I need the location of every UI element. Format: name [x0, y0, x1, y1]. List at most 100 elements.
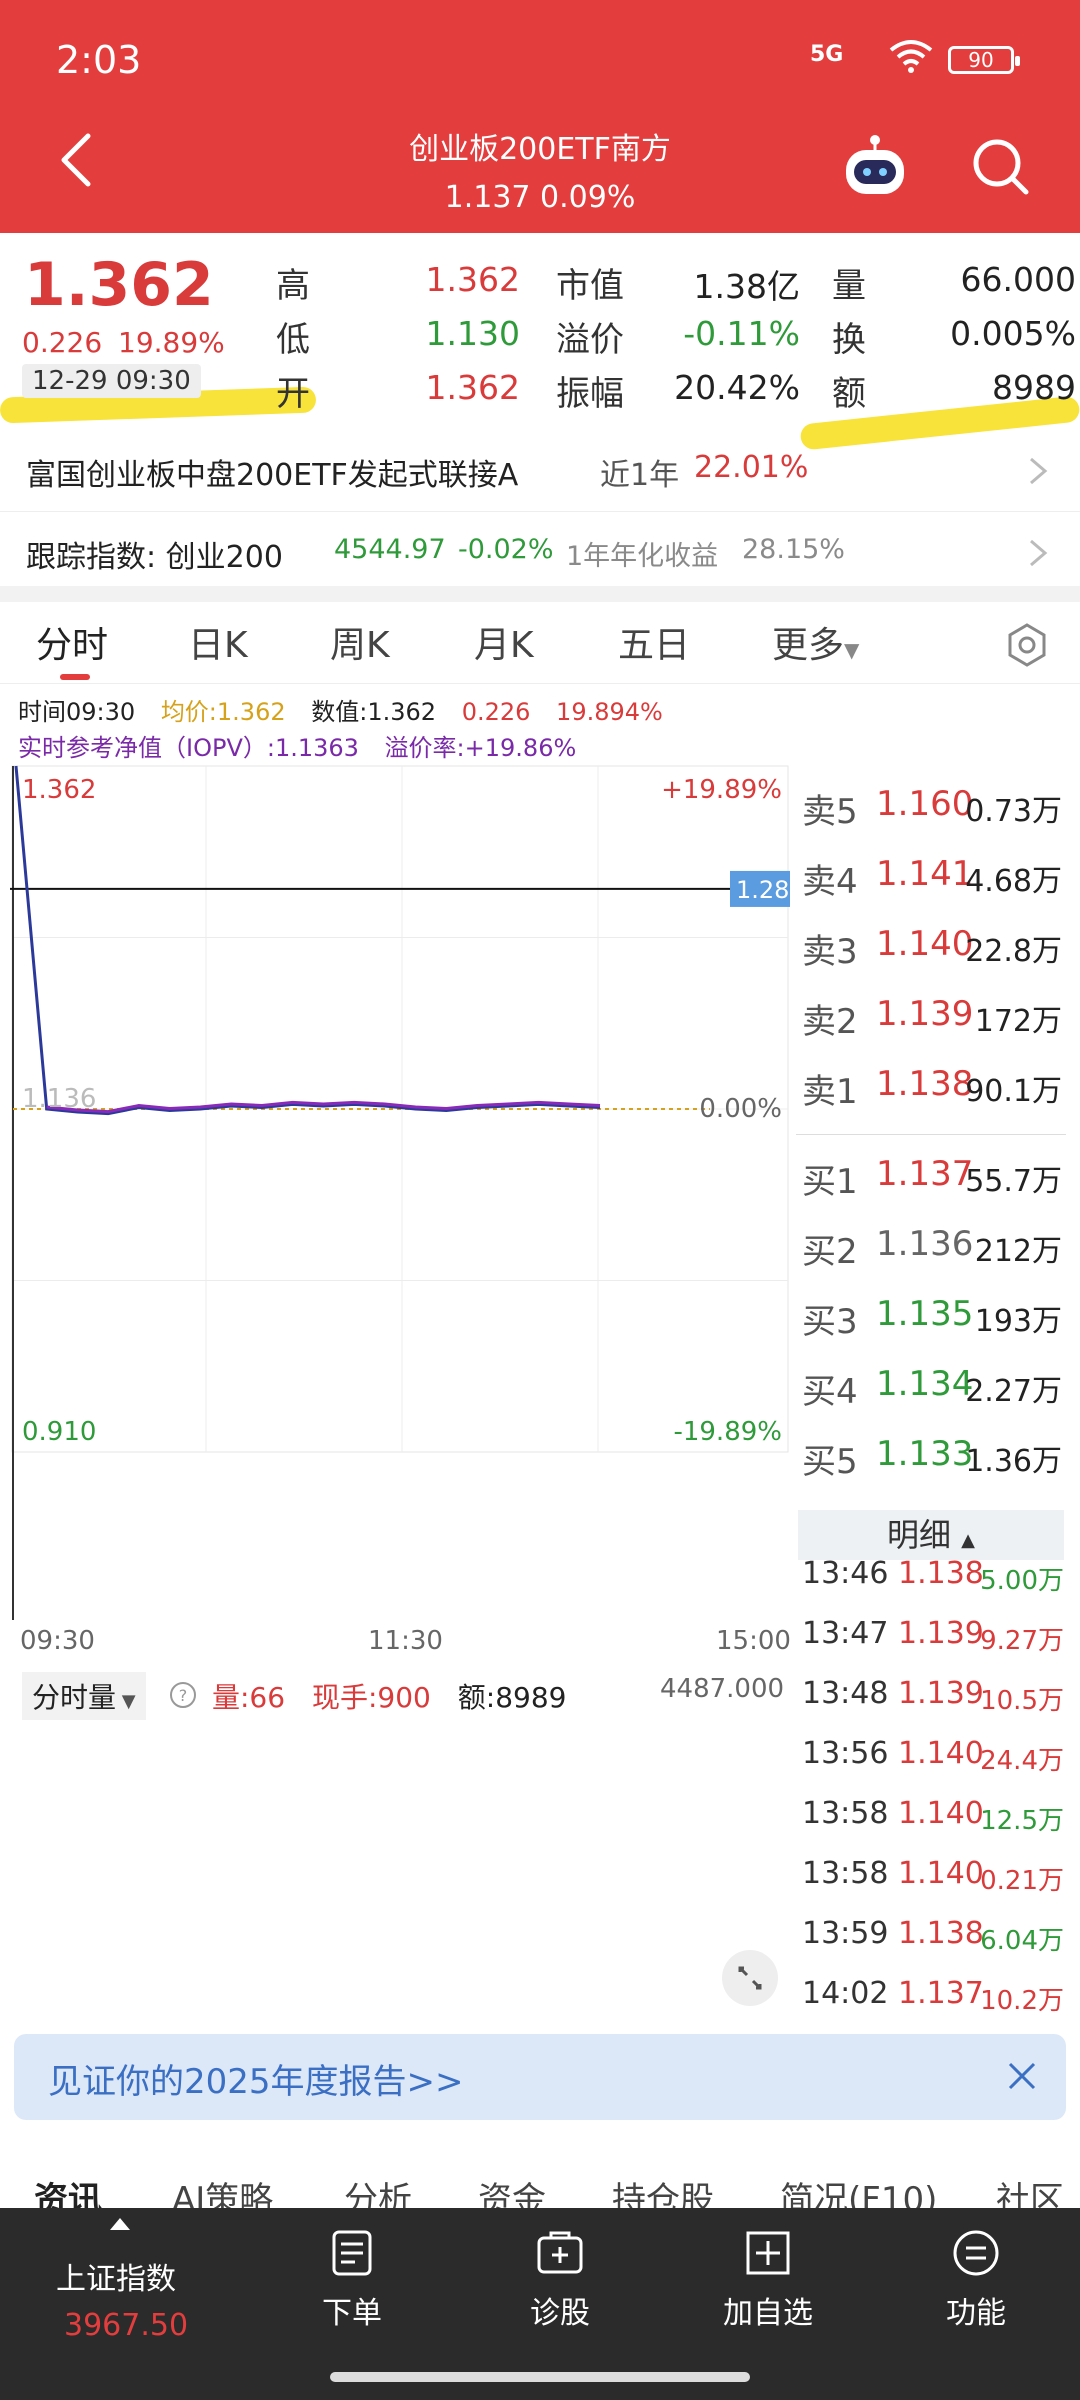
- linked-fund-return: 22.01%: [694, 450, 809, 485]
- order-book-row[interactable]: 买1 1.137 55.7万: [800, 1144, 1070, 1214]
- trade-tick-row: 14:02 1.137 10.2万: [802, 1968, 1068, 2028]
- y-bottom-label: 0.910: [22, 1417, 96, 1447]
- stat-value: 66.000: [960, 260, 1076, 299]
- annual-return-label: 1年年化收益: [566, 541, 719, 572]
- tracking-index-value: 4544.97: [334, 534, 446, 565]
- ai-robot-icon[interactable]: [840, 130, 910, 200]
- help-icon[interactable]: ?: [168, 1680, 198, 1710]
- y-right-mid-label: 0.00%: [699, 1094, 782, 1124]
- order-book-row[interactable]: 卖4 1.141 4.68万: [800, 844, 1070, 914]
- trade-tick-row: 13:47 1.139 9.27万: [802, 1608, 1068, 1668]
- order-book-row[interactable]: 卖5 1.160 0.73万: [800, 774, 1070, 844]
- tick-time: 13:59: [802, 1916, 889, 1951]
- order-book-row[interactable]: 卖1 1.138 90.1万: [800, 1054, 1070, 1124]
- stat-label: 换: [832, 320, 866, 360]
- close-icon[interactable]: [1004, 2058, 1040, 2094]
- tab-monthly-k[interactable]: 月K: [474, 616, 534, 668]
- stat-value: 20.42%: [674, 368, 800, 407]
- premium-rate: 溢价率:+19.86%: [384, 734, 577, 762]
- back-button[interactable]: [56, 130, 96, 190]
- tab-weekly-k[interactable]: 周K: [330, 616, 390, 668]
- wifi-icon: [889, 40, 933, 73]
- nav-add-watchlist[interactable]: 加自选: [698, 2228, 838, 2332]
- volume-amount: 额:8989: [457, 1681, 567, 1714]
- tab-profile[interactable]: 简况(F10): [780, 2172, 937, 2208]
- order-icon: [332, 2230, 372, 2276]
- order-price: 1.141: [876, 854, 974, 894]
- tab-analysis[interactable]: 分析: [344, 2172, 412, 2208]
- linked-fund-name: 富国创业板中盘200ETF发起式联接A: [26, 458, 519, 493]
- order-level-label: 卖5: [802, 792, 858, 832]
- tab-intraday[interactable]: 分时: [36, 616, 108, 668]
- section-divider: [0, 586, 1080, 602]
- order-level-label: 买5: [802, 1442, 858, 1482]
- tick-price: 1.140: [898, 1736, 984, 1771]
- tab-five-day[interactable]: 五日: [618, 616, 690, 668]
- tab-news[interactable]: 资讯: [34, 2172, 102, 2208]
- x-tick-label: 15:00: [716, 1626, 791, 1656]
- order-level-label: 卖2: [802, 1002, 858, 1042]
- tracking-index-change: -0.02%: [458, 534, 554, 565]
- stat-value: 1.38亿: [693, 267, 800, 306]
- tick-price: 1.138: [898, 1556, 984, 1591]
- tick-vol: 9.27万: [980, 1626, 1064, 1656]
- stat-value: 8989: [992, 368, 1076, 407]
- order-volume: 0.73万: [965, 794, 1062, 829]
- intraday-chart[interactable]: 1.281 1.362 +19.89% 0.910 -19.89% 1.136 0.00%: [10, 764, 790, 1620]
- tab-funds[interactable]: 资金: [478, 2172, 546, 2208]
- stat-label: 低: [276, 320, 310, 360]
- nav-order-label: 下单: [322, 2296, 382, 2331]
- top-header: 2:03 5G 90 创业板200ETF南方 1.137 0.09%: [0, 0, 1080, 233]
- volume-info: 量:66 现手:900 额:8989: [212, 1676, 584, 1716]
- tick-vol: 0.21万: [980, 1866, 1064, 1896]
- tab-community[interactable]: 社区: [996, 2172, 1064, 2208]
- search-icon[interactable]: [970, 136, 1032, 198]
- ask-bid-divider: [796, 1134, 1066, 1135]
- cursor-change: 0.226: [461, 698, 531, 726]
- order-price: 1.138: [876, 1064, 974, 1104]
- price-change-pct: 19.89%: [118, 326, 225, 359]
- chart-info-line: 时间09:30 均价:1.362 数值:1.362 0.226 19.894%: [18, 692, 681, 727]
- trade-tick-row: 13:46 1.138 5.00万: [802, 1548, 1068, 1608]
- tab-more[interactable]: 更多▼: [772, 616, 859, 668]
- order-price: 1.160: [876, 784, 974, 824]
- stat-label: 额: [832, 374, 866, 414]
- nav-diagnose[interactable]: 诊股: [490, 2228, 630, 2332]
- tick-time: 13:58: [802, 1796, 889, 1831]
- annual-report-banner[interactable]: 见证你的2025年度报告>>: [14, 2034, 1066, 2120]
- order-level-label: 卖4: [802, 862, 858, 902]
- network-indicator: 5G: [810, 42, 844, 67]
- trade-tick-row: 13:58 1.140 0.21万: [802, 1848, 1068, 1908]
- settings-icon[interactable]: [1004, 622, 1050, 668]
- dropdown-arrow-icon: ▼: [844, 638, 860, 662]
- order-book-row[interactable]: 卖2 1.139 172万: [800, 984, 1070, 1054]
- order-level-label: 买1: [802, 1162, 858, 1202]
- tracking-index-label: 跟踪指数: 创业200: [26, 540, 283, 575]
- status-time: 2:03: [56, 38, 142, 82]
- page-title: 创业板200ETF南方: [409, 132, 671, 167]
- tick-vol: 5.00万: [980, 1566, 1064, 1596]
- tab-holdings[interactable]: 持仓股: [612, 2172, 714, 2208]
- order-book-row[interactable]: 买4 1.134 2.27万: [800, 1354, 1070, 1424]
- expand-icon[interactable]: [722, 1950, 778, 2006]
- avg-price: 均价:1.362: [160, 698, 286, 726]
- order-book-row[interactable]: 卖3 1.140 22.8万: [800, 914, 1070, 984]
- order-book-row[interactable]: 买2 1.136 212万: [800, 1214, 1070, 1284]
- order-book-row[interactable]: 买3 1.135 193万: [800, 1284, 1070, 1354]
- order-book-row[interactable]: 买5 1.133 1.36万: [800, 1424, 1070, 1494]
- tab-ai-strategy[interactable]: AI策略: [172, 2172, 273, 2208]
- tick-price: 1.140: [898, 1796, 984, 1831]
- nav-functions[interactable]: 功能: [906, 2228, 1046, 2332]
- tick-price: 1.140: [898, 1856, 984, 1891]
- stat-value: 1.130: [425, 314, 520, 353]
- tick-price: 1.138: [898, 1916, 984, 1951]
- tick-vol: 10.5万: [980, 1686, 1064, 1716]
- tracking-index-row[interactable]: 跟踪指数: 创业200 4544.97 -0.02% 1年年化收益 28.15%: [0, 512, 1080, 594]
- index-name[interactable]: 上证指数: [56, 2254, 176, 2298]
- order-volume: 4.68万: [965, 864, 1062, 899]
- menu-icon: [953, 2230, 999, 2276]
- linked-fund-row[interactable]: 富国创业板中盘200ETF发起式联接A 近1年 22.01%: [0, 430, 1080, 512]
- volume-selector[interactable]: 分时量 ▼: [22, 1672, 146, 1720]
- nav-order[interactable]: 下单: [282, 2228, 422, 2332]
- tab-daily-k[interactable]: 日K: [188, 616, 248, 668]
